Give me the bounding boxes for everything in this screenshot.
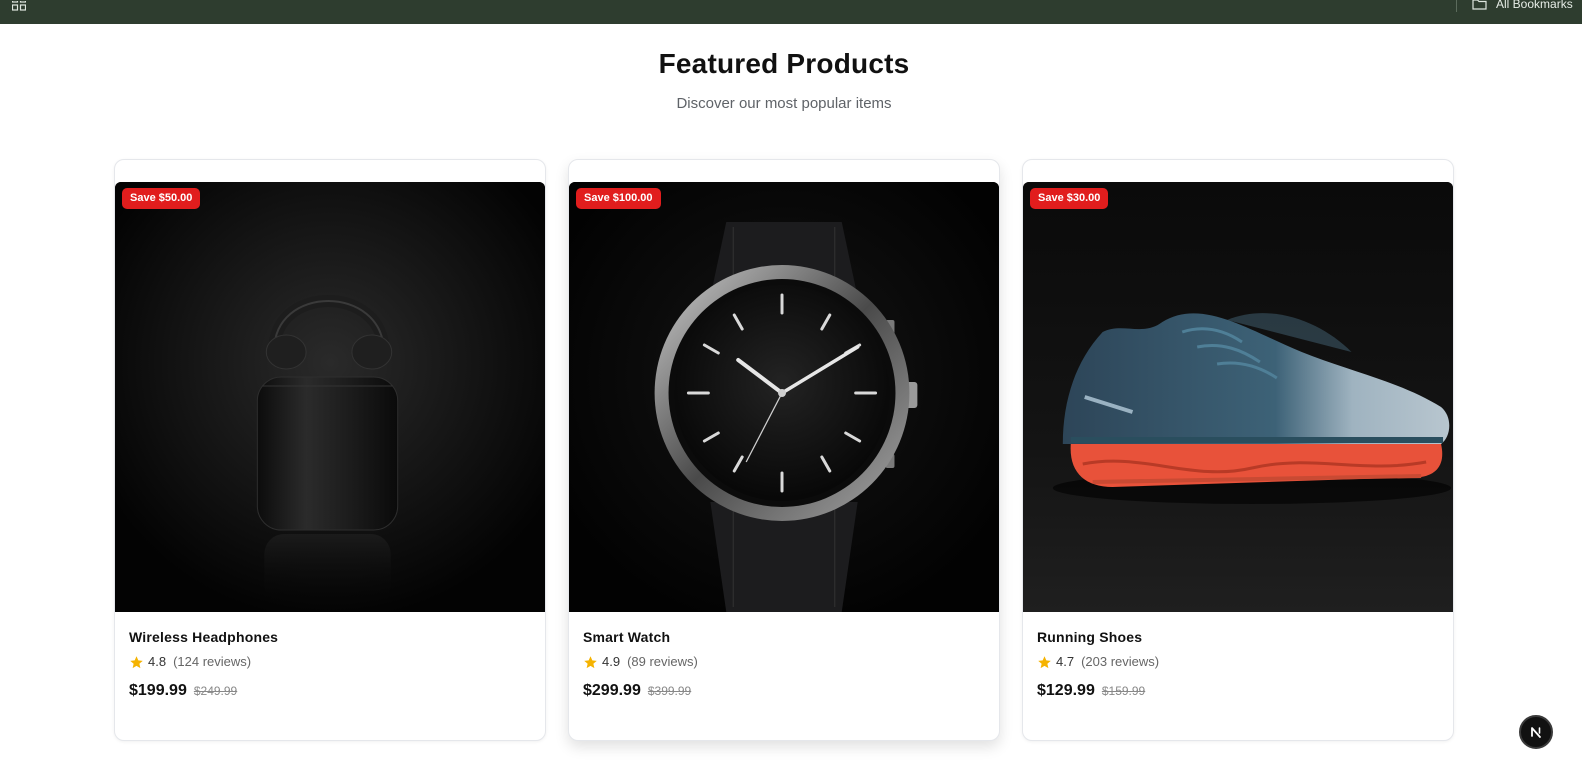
product-card-smart-watch[interactable]: Save $100.00 Smart Watch 4.9 (89 reviews… — [568, 159, 1000, 741]
product-prices: $129.99 $159.99 — [1037, 682, 1439, 700]
discount-badge: Save $30.00 — [1030, 188, 1109, 209]
bookmarks-bar: All Bookmarks — [0, 0, 1582, 24]
all-bookmarks-button[interactable]: All Bookmarks — [1472, 0, 1573, 11]
product-rating: 4.7 (203 reviews) — [1037, 654, 1439, 670]
current-price: $199.99 — [129, 682, 187, 699]
discount-badge: Save $50.00 — [122, 188, 201, 209]
product-card-running-shoes[interactable]: Save $30.00 Running Shoes 4.7 (203 revie… — [1022, 159, 1454, 741]
apps-grid-icon[interactable] — [12, 1, 26, 11]
section-header: Featured Products Discover our most popu… — [0, 46, 1568, 114]
product-card-wireless-headphones[interactable]: Save $50.00 Wireless Headphones 4.8 (124… — [114, 159, 546, 741]
product-image-headphones[interactable] — [115, 182, 545, 612]
product-rating: 4.9 (89 reviews) — [583, 654, 985, 670]
product-name[interactable]: Wireless Headphones — [129, 628, 531, 646]
product-info: Running Shoes 4.7 (203 reviews) $129.99 … — [1037, 628, 1439, 700]
review-count: (203 reviews) — [1081, 654, 1160, 669]
rating-value: 4.7 — [1056, 654, 1075, 669]
page-subtitle: Discover our most popular items — [676, 95, 892, 112]
product-name[interactable]: Smart Watch — [583, 628, 985, 646]
current-price: $129.99 — [1037, 682, 1095, 699]
next-logo-button[interactable] — [1519, 715, 1553, 749]
bookmarks-divider — [1456, 0, 1457, 12]
product-name[interactable]: Running Shoes — [1037, 628, 1439, 646]
next-logo-icon — [1531, 727, 1541, 738]
product-image-shoes[interactable] — [1023, 182, 1453, 612]
star-icon — [1038, 655, 1051, 668]
review-count: (89 reviews) — [627, 654, 698, 669]
product-info: Smart Watch 4.9 (89 reviews) $299.99 $39… — [583, 628, 985, 700]
original-price: $249.99 — [193, 684, 238, 698]
rating-value: 4.9 — [602, 654, 621, 669]
product-image-watch[interactable] — [569, 182, 999, 612]
rating-value: 4.8 — [148, 654, 167, 669]
all-bookmarks-label: All Bookmarks — [1496, 0, 1573, 11]
discount-badge: Save $100.00 — [576, 188, 661, 209]
review-count: (124 reviews) — [173, 654, 252, 669]
product-rating: 4.8 (124 reviews) — [129, 654, 531, 670]
page-title: Featured Products — [658, 48, 910, 79]
product-prices: $199.99 $249.99 — [129, 682, 531, 700]
star-icon — [130, 655, 143, 668]
star-icon — [584, 655, 597, 668]
product-info: Wireless Headphones 4.8 (124 reviews) $1… — [129, 628, 531, 700]
product-prices: $299.99 $399.99 — [583, 682, 985, 700]
folder-icon — [1472, 0, 1487, 10]
original-price: $159.99 — [1101, 684, 1146, 698]
current-price: $299.99 — [583, 682, 641, 699]
original-price: $399.99 — [647, 684, 692, 698]
